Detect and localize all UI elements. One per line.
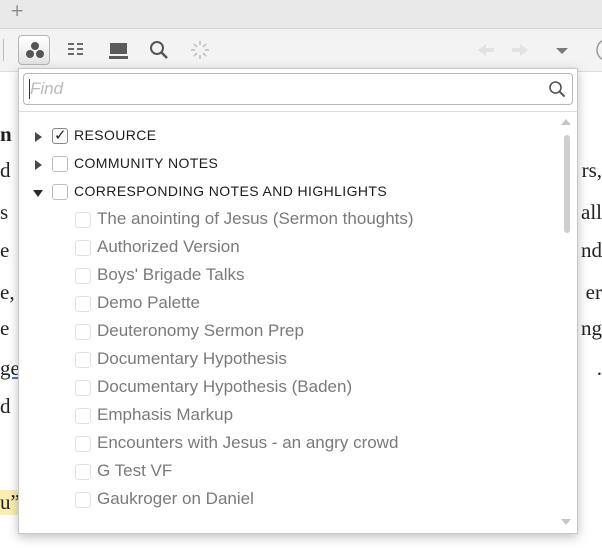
- checkbox[interactable]: [75, 296, 91, 312]
- list-item[interactable]: G Test VF: [19, 460, 559, 488]
- category-label: COMMUNITY NOTES: [74, 155, 219, 171]
- doc-fragment: .: [596, 356, 602, 380]
- checkmark-icon: ✓: [54, 126, 67, 144]
- list-item[interactable]: Documentary Hypothesis (Baden): [19, 376, 559, 404]
- checkbox[interactable]: [52, 156, 68, 172]
- history-dropdown-button[interactable]: [546, 35, 578, 65]
- checkbox[interactable]: [52, 184, 68, 200]
- checkbox[interactable]: [75, 212, 91, 228]
- list-item[interactable]: Emphasis Markup: [19, 404, 559, 432]
- doc-fragment: e,: [0, 280, 15, 304]
- layout-button[interactable]: [60, 35, 92, 65]
- item-label: Boys' Brigade Talks: [97, 265, 245, 284]
- list-item[interactable]: Gaukroger on Daniel: [19, 488, 559, 516]
- list-item[interactable]: Deuteronomy Sermon Prep: [19, 320, 559, 348]
- list-item[interactable]: Documentary Hypothesis: [19, 348, 559, 376]
- layout-icon: [68, 43, 83, 55]
- tab-strip: +: [0, 0, 602, 29]
- item-label: Encounters with Jesus - an angry crowd: [97, 433, 399, 452]
- doc-fragment: d: [0, 158, 11, 182]
- checkbox[interactable]: [75, 380, 91, 396]
- checkbox[interactable]: ✓: [52, 126, 68, 144]
- checkbox[interactable]: [75, 464, 91, 480]
- checkbox[interactable]: [75, 492, 91, 508]
- back-button[interactable]: [470, 35, 502, 65]
- back-arrow-icon: [478, 44, 494, 56]
- list-item[interactable]: Authorized Version: [19, 236, 559, 264]
- checkbox[interactable]: [75, 436, 91, 452]
- overflow-control[interactable]: [590, 35, 602, 65]
- checkbox[interactable]: [75, 240, 91, 256]
- item-label: Emphasis Markup: [97, 405, 234, 424]
- doc-fragment: s: [0, 200, 9, 224]
- doc-fragment: n: [0, 122, 12, 146]
- scroll-down-arrow-icon[interactable]: [561, 519, 571, 525]
- panels-button[interactable]: [18, 35, 50, 65]
- item-label: Deuteronomy Sermon Prep: [97, 321, 304, 340]
- loading-icon: [191, 41, 209, 59]
- doc-fragment: rs,: [581, 158, 602, 182]
- checkbox[interactable]: [75, 324, 91, 340]
- toolbar-separator: [0, 39, 4, 61]
- panel-icon: [109, 43, 128, 59]
- new-tab-button[interactable]: +: [10, 2, 24, 20]
- doc-fragment: nd: [581, 238, 602, 262]
- doc-fragment: ng: [581, 316, 602, 340]
- list-item[interactable]: Demo Palette: [19, 292, 559, 320]
- doc-fragment: all: [581, 200, 602, 224]
- list-item[interactable]: Encounters with Jesus - an angry crowd: [19, 432, 559, 460]
- doc-fragment: d: [0, 394, 11, 418]
- loading-indicator: [184, 35, 216, 65]
- item-label: Documentary Hypothesis: [97, 349, 287, 368]
- expand-arrow-icon[interactable]: [35, 132, 42, 142]
- panel-view-button[interactable]: [102, 35, 134, 65]
- forward-button[interactable]: [504, 35, 536, 65]
- scroll-up-arrow-icon[interactable]: [561, 119, 571, 125]
- filter-list: ✓ RESOURCE COMMUNITY NOTES CORRESPONDING…: [19, 112, 559, 532]
- item-label: Documentary Hypothesis (Baden): [97, 377, 353, 396]
- item-label: Demo Palette: [97, 293, 200, 312]
- category-row-corresponding-notes[interactable]: CORRESPONDING NOTES AND HIGHLIGHTS: [19, 180, 559, 208]
- find-input[interactable]: [30, 77, 530, 101]
- item-label: The anointing of Jesus (Sermon thoughts): [97, 209, 414, 228]
- item-label: Authorized Version: [97, 237, 240, 256]
- expand-arrow-icon[interactable]: [35, 160, 42, 170]
- forward-arrow-icon: [512, 44, 528, 56]
- list-item[interactable]: Boys' Brigade Talks: [19, 264, 559, 292]
- search-icon[interactable]: [548, 80, 566, 98]
- circle-icon: [596, 39, 602, 61]
- category-label: RESOURCE: [74, 127, 157, 143]
- item-label: Gaukroger on Daniel: [97, 489, 254, 508]
- list-item[interactable]: The anointing of Jesus (Sermon thoughts): [19, 208, 559, 236]
- category-row-resource[interactable]: ✓ RESOURCE: [19, 124, 559, 152]
- item-label: G Test VF: [97, 461, 173, 480]
- search-button[interactable]: [143, 35, 175, 65]
- doc-fragment: er: [585, 280, 602, 304]
- category-row-community-notes[interactable]: COMMUNITY NOTES: [19, 152, 559, 180]
- category-label: CORRESPONDING NOTES AND HIGHLIGHTS: [74, 183, 388, 199]
- doc-fragment: e: [0, 238, 10, 262]
- checkbox[interactable]: [75, 268, 91, 284]
- panels-icon: [26, 42, 44, 58]
- dropdown-arrow-icon: [556, 48, 568, 54]
- checkbox[interactable]: [75, 408, 91, 424]
- doc-fragment[interactable]: ge: [0, 356, 20, 381]
- search-icon: [150, 41, 168, 59]
- doc-fragment: e: [0, 316, 10, 340]
- collapse-arrow-icon[interactable]: [33, 190, 43, 197]
- find-box[interactable]: [23, 73, 573, 105]
- doc-fragment: u”: [0, 490, 20, 515]
- toolbar: [0, 29, 602, 72]
- scrollbar-thumb[interactable]: [564, 135, 570, 233]
- checkbox[interactable]: [75, 352, 91, 368]
- resource-filter-dropdown: ✓ RESOURCE COMMUNITY NOTES CORRESPONDING…: [18, 68, 578, 534]
